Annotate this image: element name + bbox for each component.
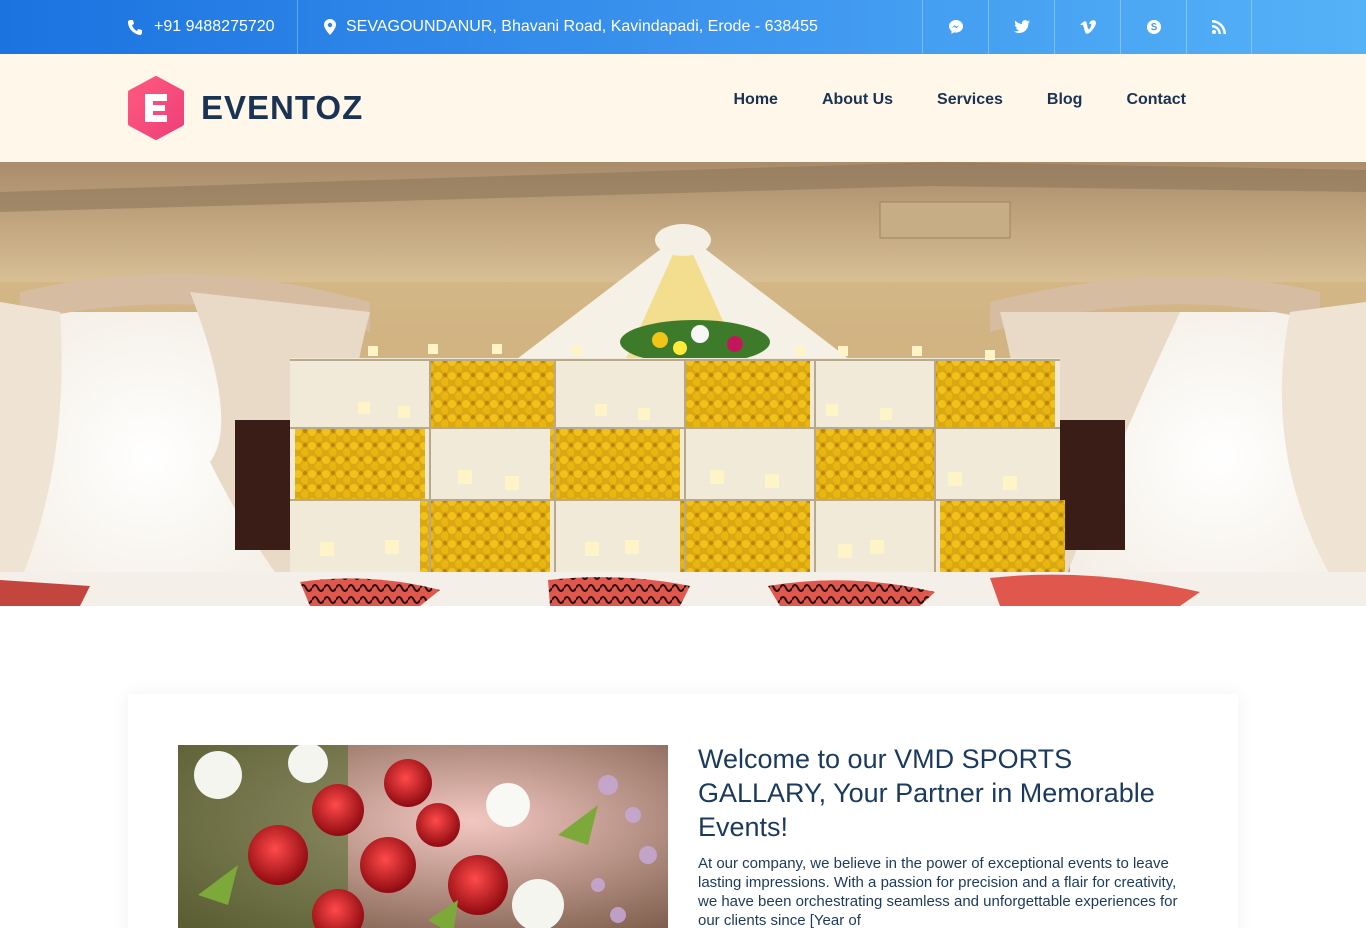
about-body: At our company, we believe in the power … <box>698 855 1178 928</box>
flower-bouquet-image <box>178 745 668 928</box>
nav-home[interactable]: Home <box>733 91 777 109</box>
main-nav: Home About Us Services Blog Contact <box>733 54 1186 146</box>
rss-icon <box>1212 20 1226 34</box>
phone-icon <box>128 20 142 35</box>
messenger-link[interactable] <box>922 0 988 54</box>
contact-address: SEVAGOUNDANUR, Bhavani Road, Kavindapadi… <box>324 0 818 54</box>
rss-link[interactable] <box>1186 0 1252 54</box>
twitter-icon <box>1013 20 1030 33</box>
topbar-divider <box>297 0 298 54</box>
phone-number: +91 9488275720 <box>154 18 275 35</box>
about-text: Welcome to our VMD SPORTS GALLARY, Your … <box>698 742 1198 928</box>
contact-phone[interactable]: +91 9488275720 <box>128 0 275 54</box>
about-heading: Welcome to our VMD SPORTS GALLARY, Your … <box>698 744 1155 842</box>
logo-text: EVENTOZ <box>201 89 364 126</box>
site-header: EVENTOZ Home About Us Services Blog Cont… <box>0 54 1366 162</box>
skype-icon <box>1146 20 1161 34</box>
roses-illustration <box>178 745 668 928</box>
about-card: Welcome to our VMD SPORTS GALLARY, Your … <box>128 694 1238 928</box>
vimeo-link[interactable] <box>1054 0 1120 54</box>
vimeo-icon <box>1079 20 1096 34</box>
social-links <box>922 0 1252 54</box>
site-logo[interactable]: EVENTOZ <box>127 76 363 140</box>
hero-illustration <box>0 162 1366 606</box>
nav-blog[interactable]: Blog <box>1047 91 1083 109</box>
nav-services[interactable]: Services <box>937 91 1003 109</box>
map-pin-icon <box>324 19 336 35</box>
twitter-link[interactable] <box>988 0 1054 54</box>
skype-link[interactable] <box>1120 0 1186 54</box>
nav-contact[interactable]: Contact <box>1126 91 1186 109</box>
messenger-icon <box>948 20 963 34</box>
logo-hexagon-icon <box>128 76 184 140</box>
hero-banner-image <box>0 162 1366 606</box>
top-bar: +91 9488275720 SEVAGOUNDANUR, Bhavani Ro… <box>0 0 1366 54</box>
nav-about-us[interactable]: About Us <box>822 91 893 109</box>
address-text: SEVAGOUNDANUR, Bhavani Road, Kavindapadi… <box>346 18 818 35</box>
